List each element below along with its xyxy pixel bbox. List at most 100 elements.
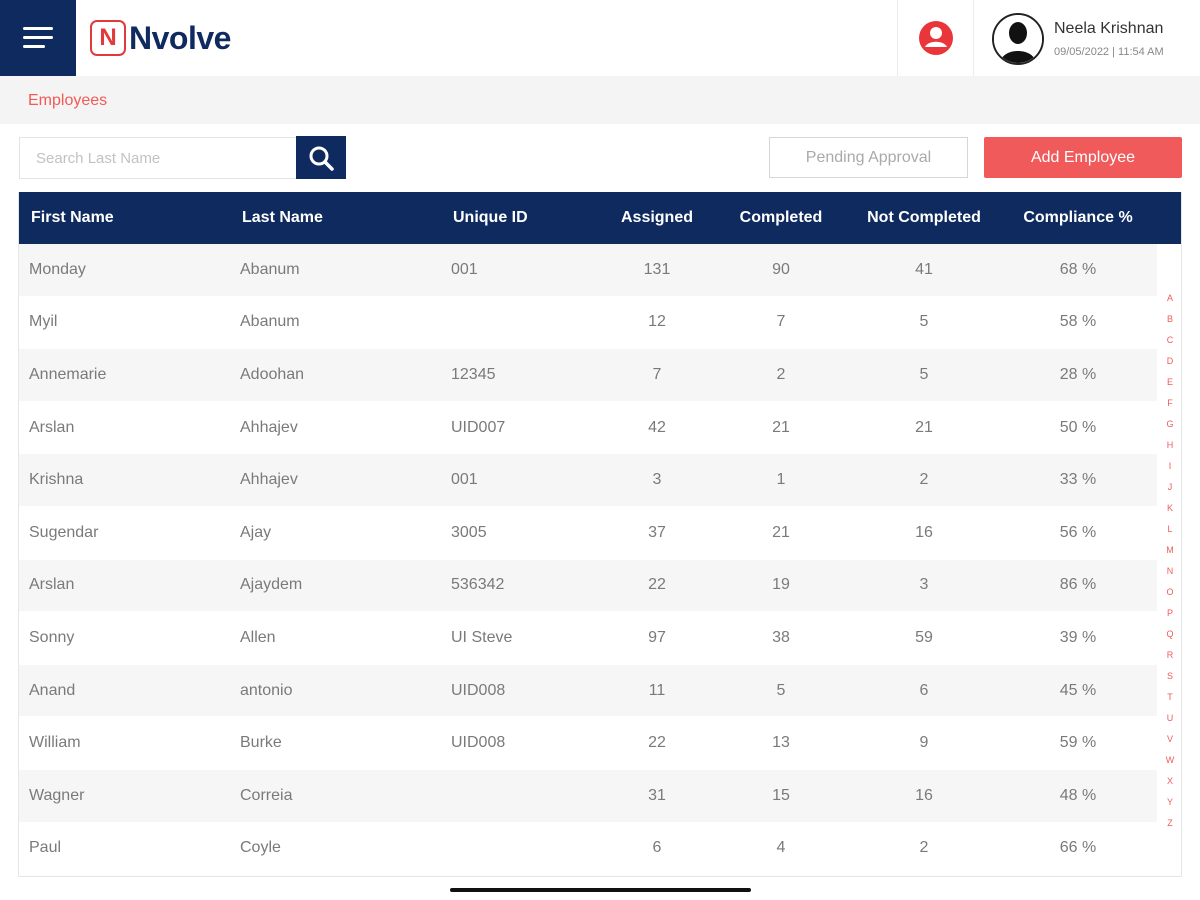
cell-first-name: Annemarie [29,365,107,383]
table-row[interactable]: Arslan Ahhajev UID007 42 21 21 50 % [19,401,1157,455]
cell-assigned: 11 [648,681,666,699]
cell-first-name: Anand [29,681,76,699]
column-header-not-completed[interactable]: Not Completed [849,209,999,227]
table-row[interactable]: Paul Coyle 6 4 2 66 % [19,822,1157,876]
cell-completed: 7 [776,313,786,331]
table-row[interactable]: Arslan Ajaydem 536342 22 19 3 86 % [19,559,1157,613]
cell-completed: 15 [772,786,790,804]
user-silhouette-icon [994,15,1042,63]
column-header-last-name[interactable]: Last Name [230,209,441,227]
cell-last-name: Ahhajev [240,418,298,436]
table-row[interactable]: Sugendar Ajay 3005 37 21 16 56 % [19,506,1157,560]
cell-not-completed: 16 [915,786,933,804]
search-button[interactable] [296,136,346,179]
breadcrumb[interactable]: Employees [28,92,107,110]
cell-unique-id: 3005 [451,523,487,541]
alpha-index-letter[interactable]: C [1167,334,1174,355]
avatar[interactable] [992,13,1044,65]
cell-last-name: Adoohan [240,365,305,383]
cell-last-name: Ajaydem [240,576,303,594]
cell-completed: 21 [772,523,790,541]
table-row[interactable]: Wagner Correia 31 15 16 48 % [19,769,1157,823]
cell-completed: 90 [772,260,790,278]
cell-completed: 13 [772,734,790,752]
cell-last-name: Allen [240,628,276,646]
table-row[interactable]: Monday Abanum 001 131 90 41 68 % [19,244,1157,297]
column-header-unique-id[interactable]: Unique ID [441,209,601,227]
profile-button[interactable] [897,0,974,76]
alpha-index-letter[interactable]: R [1167,649,1174,670]
cell-assigned: 22 [648,734,666,752]
alpha-index-letter[interactable]: I [1169,460,1172,481]
cell-not-completed: 16 [915,523,933,541]
cell-not-completed: 9 [919,734,929,752]
cell-assigned: 7 [652,365,662,383]
alpha-index-letter[interactable]: J [1168,481,1173,502]
table-row[interactable]: Myil Abanum 12 7 5 58 % [19,296,1157,350]
cell-assigned: 42 [648,418,666,436]
alpha-index-letter[interactable]: U [1167,712,1174,733]
alpha-index-letter[interactable]: T [1167,691,1173,712]
table-row[interactable]: Anand antonio UID008 11 5 6 45 % [19,664,1157,718]
cell-compliance: 58 % [1059,313,1097,331]
cell-completed: 5 [776,681,786,699]
alpha-index-letter[interactable]: D [1167,355,1174,376]
cell-last-name: Burke [240,734,282,752]
cell-compliance: 66 % [1059,839,1097,857]
menu-button[interactable] [0,0,76,76]
cell-not-completed: 5 [919,313,929,331]
cell-assigned: 22 [648,576,666,594]
cell-last-name: Coyle [240,839,281,857]
cell-first-name: Arslan [29,418,75,436]
table-header: First Name Last Name Unique ID Assigned … [19,192,1181,244]
column-header-assigned[interactable]: Assigned [601,209,713,227]
app-header: N Nvolve Neela Krishnan 09/05/2022 | 11:… [0,0,1200,76]
column-header-completed[interactable]: Completed [713,209,849,227]
cell-assigned: 6 [652,839,662,857]
cell-unique-id: 001 [451,260,478,278]
alpha-index-letter[interactable]: L [1167,523,1172,544]
column-header-first-name[interactable]: First Name [19,209,230,227]
alpha-index-letter[interactable]: H [1167,439,1174,460]
alpha-index-letter[interactable]: K [1167,502,1173,523]
alpha-index-letter[interactable]: E [1167,376,1173,397]
cell-first-name: William [29,734,81,752]
cell-compliance: 39 % [1059,628,1097,646]
cell-first-name: Krishna [29,471,84,489]
employees-table: First Name Last Name Unique ID Assigned … [18,192,1182,877]
alpha-index-letter[interactable]: A [1167,292,1173,313]
alpha-index-letter[interactable]: N [1167,565,1174,586]
cell-unique-id: 001 [451,471,478,489]
logo-mark: N [90,20,126,56]
alpha-index-letter[interactable]: X [1167,775,1173,796]
pending-approval-button[interactable]: Pending Approval [769,137,968,178]
cell-last-name: Abanum [240,313,300,331]
alpha-index-letter[interactable]: Y [1167,796,1173,817]
cell-last-name: Ahhajev [240,471,298,489]
alpha-index-letter[interactable]: G [1166,418,1173,439]
alpha-index-letter[interactable]: P [1167,607,1173,628]
alpha-index-letter[interactable]: F [1167,397,1173,418]
alpha-index-letter[interactable]: S [1167,670,1173,691]
alpha-index-letter[interactable]: M [1166,544,1174,565]
table-row[interactable]: Sonny Allen UI Steve 97 38 59 39 % [19,612,1157,665]
cell-first-name: Paul [29,839,62,857]
alpha-index-letter[interactable]: Z [1167,817,1173,838]
alpha-index-letter[interactable]: B [1167,313,1173,334]
alpha-index-letter[interactable]: Q [1166,628,1173,649]
table-row[interactable]: William Burke UID008 22 13 9 59 % [19,717,1157,770]
table-body: Monday Abanum 001 131 90 41 68 % Myil Abanum 12 7… [19,244,1181,876]
search-input[interactable] [19,137,297,179]
add-employee-button[interactable]: Add Employee [984,137,1182,178]
table-row[interactable]: Krishna Ahhajev 001 3 1 2 33 % [19,454,1157,507]
alpha-index-letter[interactable]: O [1166,586,1173,607]
cell-compliance: 56 % [1059,523,1097,541]
breadcrumb-bar: Employees [0,76,1200,124]
table-row[interactable]: Annemarie Adoohan 12345 7 2 5 28 % [19,349,1157,402]
alpha-index-letter[interactable]: V [1167,733,1173,754]
cell-unique-id: UID007 [451,418,506,436]
alpha-index-letter[interactable]: W [1166,754,1175,775]
cell-compliance: 28 % [1059,365,1097,383]
column-header-compliance[interactable]: Compliance % [999,209,1157,227]
cell-not-completed: 2 [919,471,929,489]
